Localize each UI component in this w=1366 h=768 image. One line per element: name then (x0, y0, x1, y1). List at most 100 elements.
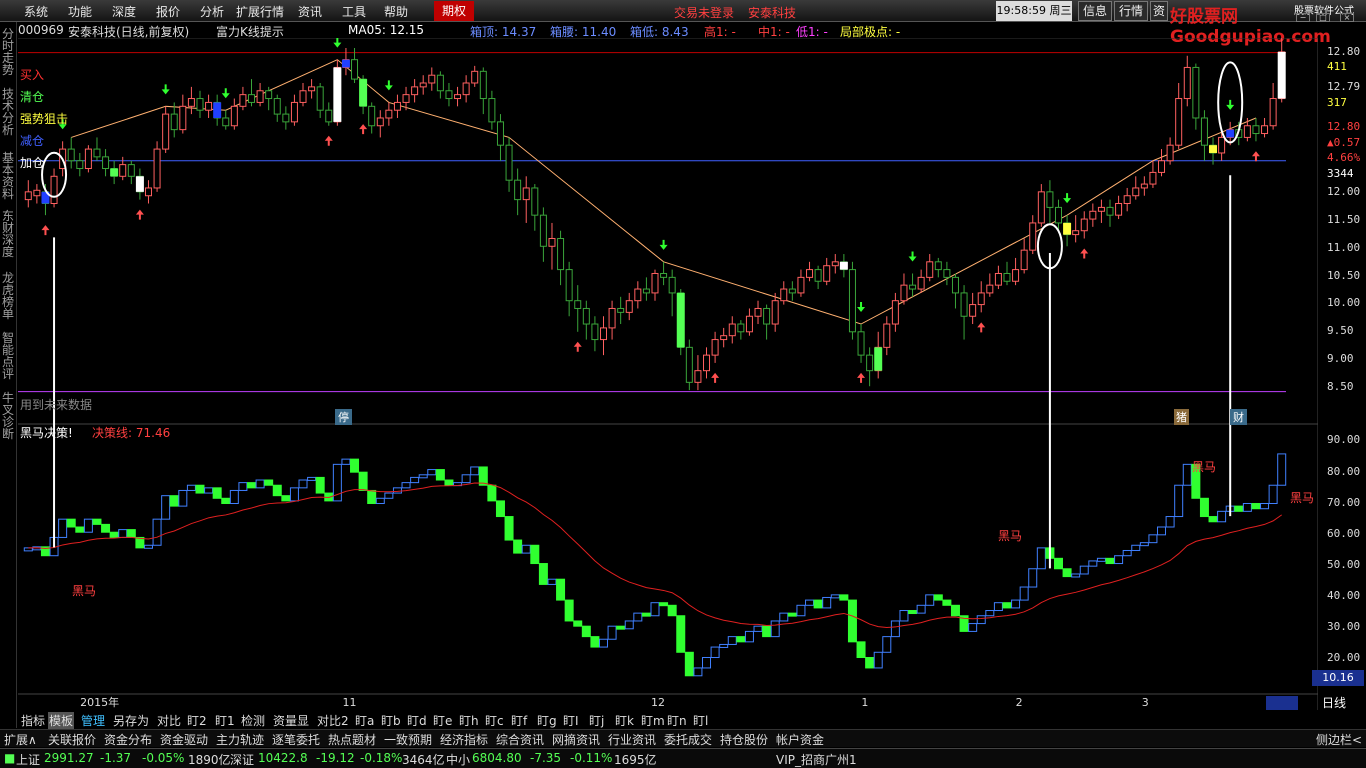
menu-ext-market[interactable]: 扩展行情 (236, 3, 284, 20)
oscillator-bar (212, 487, 222, 499)
menu-depth[interactable]: 深度 (112, 3, 136, 20)
event-finance[interactable]: 财 (1230, 409, 1247, 425)
market-indicator-icon: ■ (4, 751, 16, 765)
oscillator-bar (461, 474, 471, 484)
tab-fund-drive[interactable]: 资金驱动 (160, 731, 208, 748)
oscillator-bar (1157, 526, 1167, 536)
tab-ding-m[interactable]: 盯m (640, 712, 666, 729)
xaxis-label: 11 (343, 696, 357, 709)
menu-news[interactable]: 资讯 (298, 3, 322, 20)
signal-bar (1209, 145, 1218, 153)
tab-volume-show[interactable]: 资量显 (272, 712, 310, 729)
oscillator-bar (1182, 463, 1192, 486)
close-icon[interactable]: × (1340, 13, 1354, 22)
tab-general-news[interactable]: 综合资讯 (496, 731, 544, 748)
oscillator-bar (993, 602, 1003, 612)
tab-ding-h[interactable]: 盯h (458, 712, 480, 729)
info-button[interactable]: 信息 (1078, 1, 1112, 21)
tab-save-as[interactable]: 另存为 (112, 712, 150, 729)
event-stop[interactable]: 停 (335, 409, 352, 425)
menu-help[interactable]: 帮助 (384, 3, 408, 20)
sell-arrow (333, 38, 342, 48)
tab-ding-b[interactable]: 盯b (380, 712, 402, 729)
tab-template[interactable]: 模板 (48, 712, 75, 729)
candle-body (479, 70, 487, 100)
tab-compare[interactable]: 对比 (156, 712, 182, 729)
nav-eastmoney-depth[interactable]: 东财深度 (2, 210, 15, 258)
tab-consensus[interactable]: 一致预期 (384, 731, 432, 748)
menu-quote[interactable]: 报价 (156, 3, 180, 20)
tab-ding-d[interactable]: 盯d (406, 712, 428, 729)
tab-sidebar[interactable]: 侧边栏< (1316, 731, 1362, 748)
tab-manage[interactable]: 管理 (80, 712, 106, 729)
menu-bar: 系统 功能 深度 报价 分析 扩展行情 资讯 工具 帮助 期权 交易未登录 安泰… (0, 0, 1366, 47)
oscillator-bar (392, 487, 402, 494)
menu-analysis[interactable]: 分析 (200, 3, 224, 20)
period-daily[interactable]: 日线 (1322, 694, 1346, 711)
market-button[interactable]: 行情 (1114, 1, 1148, 21)
tab-industry-news[interactable]: 行业资讯 (608, 731, 656, 748)
scrollbar-thumb[interactable] (1266, 696, 1298, 710)
tab-related-quote[interactable]: 关联报价 (48, 731, 96, 748)
candle-body (582, 307, 590, 325)
yaxis-label: 12.80 (1327, 45, 1361, 58)
nav-dragon-tiger[interactable]: 龙虎榜单 (2, 272, 15, 320)
options-button[interactable]: 期权 (434, 1, 474, 21)
legend-buy: 买入 (20, 68, 45, 82)
buy-arrow (857, 372, 866, 383)
tab-hot-topics[interactable]: 热点题材 (328, 731, 376, 748)
tab-ding2[interactable]: 盯2 (186, 712, 208, 729)
oscillator-bar (564, 599, 574, 622)
more-button[interactable]: 资 (1150, 1, 1168, 21)
candle-body (599, 327, 607, 341)
candle-body (187, 98, 195, 107)
price-chart[interactable]: 2015年11121234 (18, 38, 1318, 710)
tab-ding-c[interactable]: 盯c (484, 712, 505, 729)
menu-system[interactable]: 系统 (24, 3, 48, 20)
tab-indicator[interactable]: 指标 (20, 712, 46, 729)
oscillator-bar (195, 484, 205, 494)
tab-ding-n[interactable]: 盯n (666, 712, 688, 729)
zx-label: 中小 (446, 753, 471, 767)
candle-body (1080, 218, 1088, 232)
menu-tools[interactable]: 工具 (342, 3, 366, 20)
nav-fundamental[interactable]: 基本资料 (2, 152, 15, 200)
nav-diagnosis[interactable]: 牛叉诊断 (2, 392, 15, 440)
nav-technical[interactable]: 技术分析 (2, 88, 15, 136)
tab-expand[interactable]: 扩展∧ (4, 731, 37, 748)
tab-ding-e[interactable]: 盯e (432, 712, 453, 729)
oscillator-bar (281, 495, 291, 502)
tab-account[interactable]: 帐户资金 (776, 731, 824, 748)
tab-order-flow[interactable]: 逐笔委托 (272, 731, 320, 748)
tab-economic[interactable]: 经济指标 (440, 731, 488, 748)
tab-ding-i[interactable]: 盯I (562, 712, 580, 729)
tab-detect[interactable]: 检测 (240, 712, 266, 729)
candle-body (866, 354, 874, 372)
menu-function[interactable]: 功能 (68, 3, 92, 20)
tab-ding-l[interactable]: 盯l (692, 712, 709, 729)
nav-intraday[interactable]: 分时走势 (2, 28, 15, 76)
event-pig[interactable]: 猪 (1174, 409, 1189, 425)
tab-ding-a[interactable]: 盯a (354, 712, 375, 729)
sell-arrow (659, 239, 668, 250)
oscillator-bar (744, 630, 754, 643)
candle-body (462, 82, 470, 96)
tab-fund-distribution[interactable]: 资金分布 (104, 731, 152, 748)
signal-bar (110, 168, 119, 177)
tab-ding-j[interactable]: 盯j (588, 712, 605, 729)
oscillator-bar (624, 620, 634, 630)
maximize-icon[interactable]: □ (1316, 13, 1330, 22)
tab-web-news[interactable]: 网摘资讯 (552, 731, 600, 748)
tab-ding-k[interactable]: 盯k (614, 712, 635, 729)
tab-compare2[interactable]: 对比2 (316, 712, 350, 729)
minimize-icon[interactable]: − (1296, 13, 1310, 22)
tab-ding-g[interactable]: 盯g (536, 712, 558, 729)
nav-smart-comment[interactable]: 智能点评 (2, 332, 15, 380)
tab-ding1[interactable]: 盯1 (214, 712, 236, 729)
tab-holdings[interactable]: 持仓股份 (720, 731, 768, 748)
trade-login-tip[interactable]: 交易未登录 (674, 4, 734, 21)
tab-orders[interactable]: 委托成交 (664, 731, 712, 748)
tab-main-track[interactable]: 主力轨迹 (216, 731, 264, 748)
tab-ding-f[interactable]: 盯f (510, 712, 528, 729)
zx-pct: -0.11% (570, 751, 613, 765)
